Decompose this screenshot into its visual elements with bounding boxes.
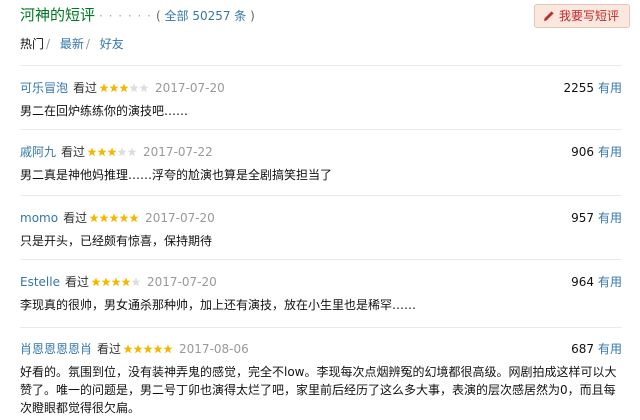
sort-tabs: 热门 / 最新 / 好友 <box>20 36 124 52</box>
vote-count: 687 <box>571 342 594 356</box>
comment-item: Estelle 看过 2017-07-20 964 有用 李现真的很帅，男女通杀那种帅… <box>20 259 622 327</box>
star-filled-icon <box>107 147 117 157</box>
useful-button[interactable]: 有用 <box>598 81 622 95</box>
star-rating-icon <box>99 83 149 93</box>
star-filled-icon <box>133 344 143 354</box>
tab-friends[interactable]: 好友 <box>100 37 124 51</box>
tab-latest[interactable]: 最新 <box>60 37 84 51</box>
vote-area: 957 有用 <box>571 206 622 230</box>
comment-item: 可乐冒泡 看过 2017-07-20 2255 有用 男二在回炉练练你的演技吧…… <box>20 65 622 129</box>
comment-user-link[interactable]: momo <box>20 211 58 225</box>
star-filled-icon <box>89 213 99 223</box>
comment-date: 2017-07-22 <box>143 145 213 159</box>
star-empty-icon <box>127 147 137 157</box>
comment-list: 可乐冒泡 看过 2017-07-20 2255 有用 男二在回炉练练你的演技吧…… 戚… <box>20 65 622 420</box>
star-empty-icon <box>131 277 141 287</box>
useful-button[interactable]: 有用 <box>598 342 622 356</box>
star-filled-icon <box>111 277 121 287</box>
rating-stars <box>99 77 149 101</box>
tab-hot[interactable]: 热门 <box>20 37 44 51</box>
star-filled-icon <box>153 344 163 354</box>
comment-user-link[interactable]: 戚阿九 <box>20 145 56 159</box>
watch-status: 看过 <box>73 81 98 95</box>
vote-area: 906 有用 <box>571 140 622 164</box>
watch-status: 看过 <box>64 275 89 289</box>
comment-user-link[interactable]: Estelle <box>20 275 60 289</box>
watch-status: 看过 <box>63 211 88 225</box>
star-rating-icon <box>91 277 141 287</box>
comment-item: 肖恩恩恩恩肖 看过 2017-08-06 687 有用 好看的。氛围到位，没有装神弄鬼… <box>20 327 622 420</box>
vote-area: 964 有用 <box>571 270 622 294</box>
title-dots: · · · · · · <box>99 9 152 23</box>
star-filled-icon <box>123 344 133 354</box>
comment-date: 2017-07-20 <box>145 211 215 225</box>
rating-stars <box>91 271 141 295</box>
comment-meta: Estelle 看过 2017-07-20 964 有用 <box>20 270 622 294</box>
star-rating-icon <box>87 147 137 157</box>
star-filled-icon <box>163 344 173 354</box>
star-filled-icon <box>99 213 109 223</box>
rating-stars <box>123 338 173 362</box>
star-rating-icon <box>123 344 173 354</box>
useful-button[interactable]: 有用 <box>598 211 622 225</box>
star-filled-icon <box>97 147 107 157</box>
tab-separator: / <box>46 37 51 51</box>
comment-text: 好看的。氛围到位，没有装神弄鬼的感觉，完全不low。李现每次点烟辨冤的幻境都很高… <box>20 365 617 415</box>
vote-count: 957 <box>571 211 594 225</box>
vote-count: 906 <box>571 145 594 159</box>
vote-count: 2255 <box>563 81 594 95</box>
comment-date: 2017-07-20 <box>155 81 225 95</box>
rating-stars <box>89 207 139 231</box>
star-filled-icon <box>101 277 111 287</box>
comment-meta: momo 看过 2017-07-20 957 有用 <box>20 206 622 230</box>
comment-meta: 肖恩恩恩恩肖 看过 2017-08-06 687 有用 <box>20 337 622 361</box>
comment-meta: 戚阿九 看过 2017-07-22 906 有用 <box>20 140 622 164</box>
comment-text: 只是开头，已经颇有惊喜，保持期待 <box>20 234 213 248</box>
watch-status: 看过 <box>61 145 86 159</box>
star-filled-icon <box>121 277 131 287</box>
vote-count: 964 <box>571 275 594 289</box>
star-filled-icon <box>87 147 97 157</box>
section-title-text: 河神的短评 <box>20 6 96 24</box>
star-filled-icon <box>143 344 153 354</box>
section-title: 河神的短评 · · · · · · ( 全部 50257 条 ) <box>20 4 255 27</box>
useful-button[interactable]: 有用 <box>598 275 622 289</box>
comment-date: 2017-07-20 <box>147 275 217 289</box>
comment-item: momo 看过 2017-07-20 957 有用 只是开头，已经颇有惊喜，保持期待 <box>20 195 622 259</box>
star-filled-icon <box>119 83 129 93</box>
comment-user-link[interactable]: 肖恩恩恩恩肖 <box>20 342 92 356</box>
write-comment-label: 我要写短评 <box>558 9 619 23</box>
star-filled-icon <box>129 213 139 223</box>
all-comments-count[interactable]: 全部 50257 条 <box>165 9 247 23</box>
comment-meta: 可乐冒泡 看过 2017-07-20 2255 有用 <box>20 76 622 100</box>
comment-text: 男二在回炉练练你的演技吧…… <box>20 104 189 118</box>
comments-header: 河神的短评 · · · · · · ( 全部 50257 条 ) 我要写短评 <box>20 4 632 28</box>
comment-item: 戚阿九 看过 2017-07-22 906 有用 男二真是神他妈推理……浮夸的尬演也算… <box>20 129 622 195</box>
watch-status: 看过 <box>97 342 122 356</box>
comment-user-link[interactable]: 可乐冒泡 <box>20 81 68 95</box>
star-filled-icon <box>91 277 101 287</box>
star-empty-icon <box>129 83 139 93</box>
comment-text: 李现真的很帅，男女通杀那种帅，加上还有演技，放在小生里也是稀罕…… <box>20 298 417 312</box>
useful-button[interactable]: 有用 <box>598 145 622 159</box>
all-comments-link[interactable]: ( 全部 50257 条 ) <box>156 9 255 23</box>
comment-text: 男二真是神他妈推理……浮夸的尬演也算是全剧搞笑担当了 <box>20 168 333 182</box>
vote-area: 687 有用 <box>571 337 622 361</box>
star-rating-icon <box>89 213 139 223</box>
star-filled-icon <box>99 83 109 93</box>
star-empty-icon <box>139 83 149 93</box>
star-filled-icon <box>109 83 119 93</box>
pencil-icon <box>543 9 559 23</box>
rating-stars <box>87 141 137 165</box>
star-filled-icon <box>119 213 129 223</box>
comment-date: 2017-08-06 <box>179 342 249 356</box>
star-filled-icon <box>109 213 119 223</box>
star-empty-icon <box>117 147 127 157</box>
write-comment-button[interactable]: 我要写短评 <box>533 4 630 28</box>
tab-separator: / <box>85 37 90 51</box>
vote-area: 2255 有用 <box>563 76 622 100</box>
